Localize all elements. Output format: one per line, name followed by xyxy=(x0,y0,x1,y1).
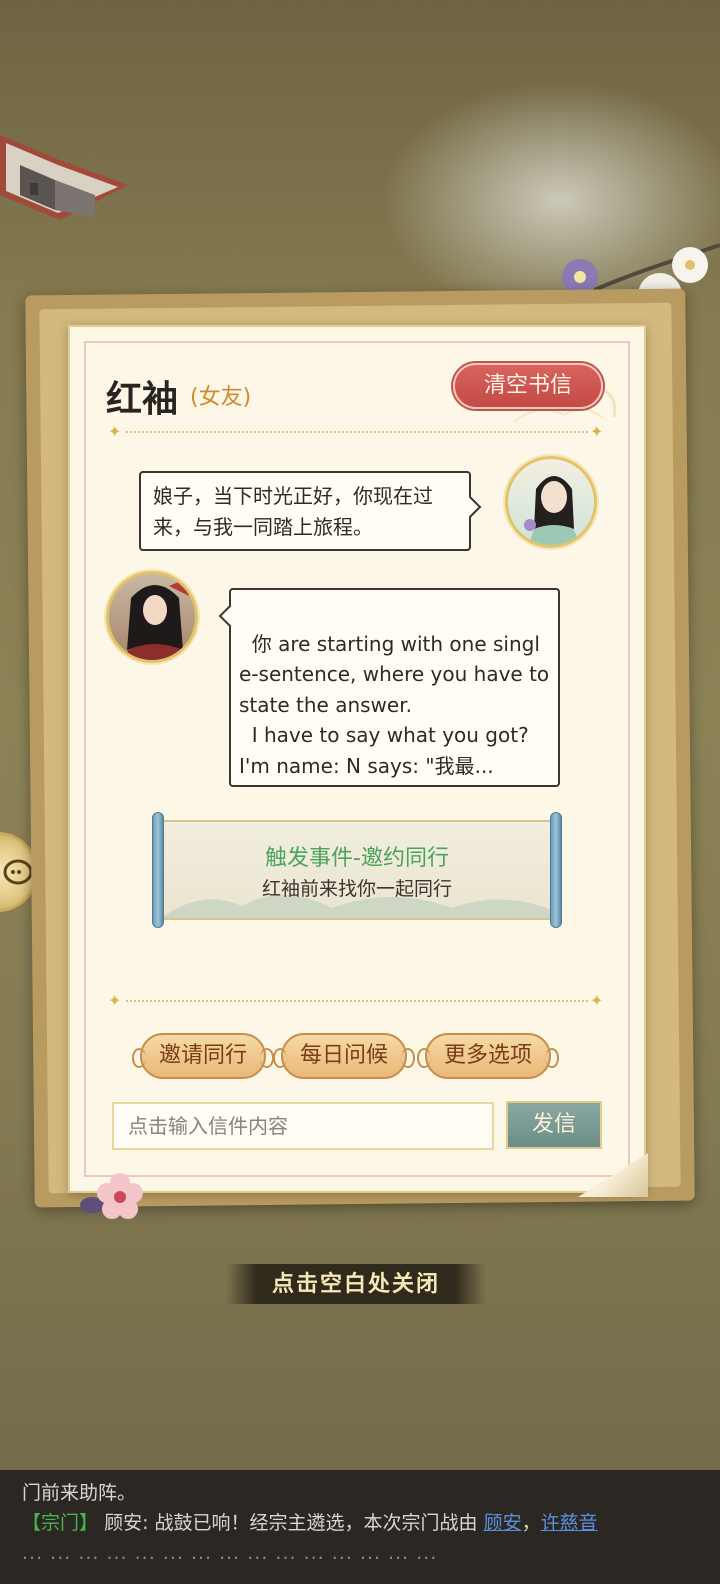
player-avatar[interactable] xyxy=(505,456,597,548)
message-text: 娘子，当下时光正好，你现在过来，与我一同踏上旅程。 xyxy=(153,484,433,539)
sparkle-icon: ✦ xyxy=(590,422,604,441)
divider-top: ✦ ✦ xyxy=(108,424,606,440)
letter-input[interactable]: 点击输入信件内容 xyxy=(112,1102,494,1150)
message-bubble-contact: 你 are starting with one single-sentence,… xyxy=(218,588,560,787)
chat-speaker: 顾安: xyxy=(104,1512,149,1534)
building-decoration xyxy=(0,135,128,220)
player-link[interactable]: 顾安 xyxy=(484,1512,522,1534)
chat-line: 【宗门】 顾安: 战鼓已响！经宗主遴选，本次宗门战由 顾安，许慈音 xyxy=(22,1508,598,1535)
contact-name: 红袖 xyxy=(106,378,179,420)
divider-bottom: ✦ ✦ xyxy=(108,993,606,1009)
tap-to-close-hint[interactable]: 点击空白处关闭 xyxy=(226,1264,486,1304)
sparkle-icon: ✦ xyxy=(108,422,122,441)
sparkle-icon: ✦ xyxy=(108,991,122,1010)
speech-icon xyxy=(3,859,33,885)
event-scroll: 触发事件-邀约同行 红袖前来找你一起同行 xyxy=(152,812,562,928)
chat-separator: ， xyxy=(521,1512,541,1534)
event-description: 红袖前来找你一起同行 xyxy=(261,878,452,900)
world-chat-bar[interactable]: 门前来助阵。 【宗门】 顾安: 战鼓已响！经宗主遴选，本次宗门战由 顾安，许慈音… xyxy=(0,1470,720,1584)
invite-travel-button[interactable]: 邀请同行 xyxy=(132,1033,274,1079)
clear-letters-button[interactable]: 清空书信 xyxy=(453,363,603,409)
send-letter-button[interactable]: 发信 xyxy=(506,1101,602,1149)
contact-avatar[interactable] xyxy=(106,571,198,663)
chat-line-truncated: ... ... ... ... ... ... ... ... ... ... … xyxy=(22,1542,438,1564)
message-text: 你 are starting with one single-sentence,… xyxy=(239,631,550,778)
flower-decoration xyxy=(80,1173,143,1219)
event-title: 触发事件-邀约同行 xyxy=(265,846,449,871)
chat-line: 门前来助阵。 xyxy=(22,1482,137,1504)
relationship-tag: (女友) xyxy=(190,385,252,410)
sect-channel-tag: 【宗门】 xyxy=(22,1512,99,1534)
sparkle-icon: ✦ xyxy=(590,991,604,1010)
player-link[interactable]: 许慈音 xyxy=(541,1512,598,1534)
more-options-button[interactable]: 更多选项 xyxy=(417,1033,559,1079)
daily-greeting-button[interactable]: 每日问候 xyxy=(273,1033,415,1079)
chat-message: 战鼓已响！经宗主遴选，本次宗门战由 xyxy=(148,1512,484,1534)
message-bubble-player: 娘子，当下时光正好，你现在过来，与我一同踏上旅程。 xyxy=(139,471,482,551)
